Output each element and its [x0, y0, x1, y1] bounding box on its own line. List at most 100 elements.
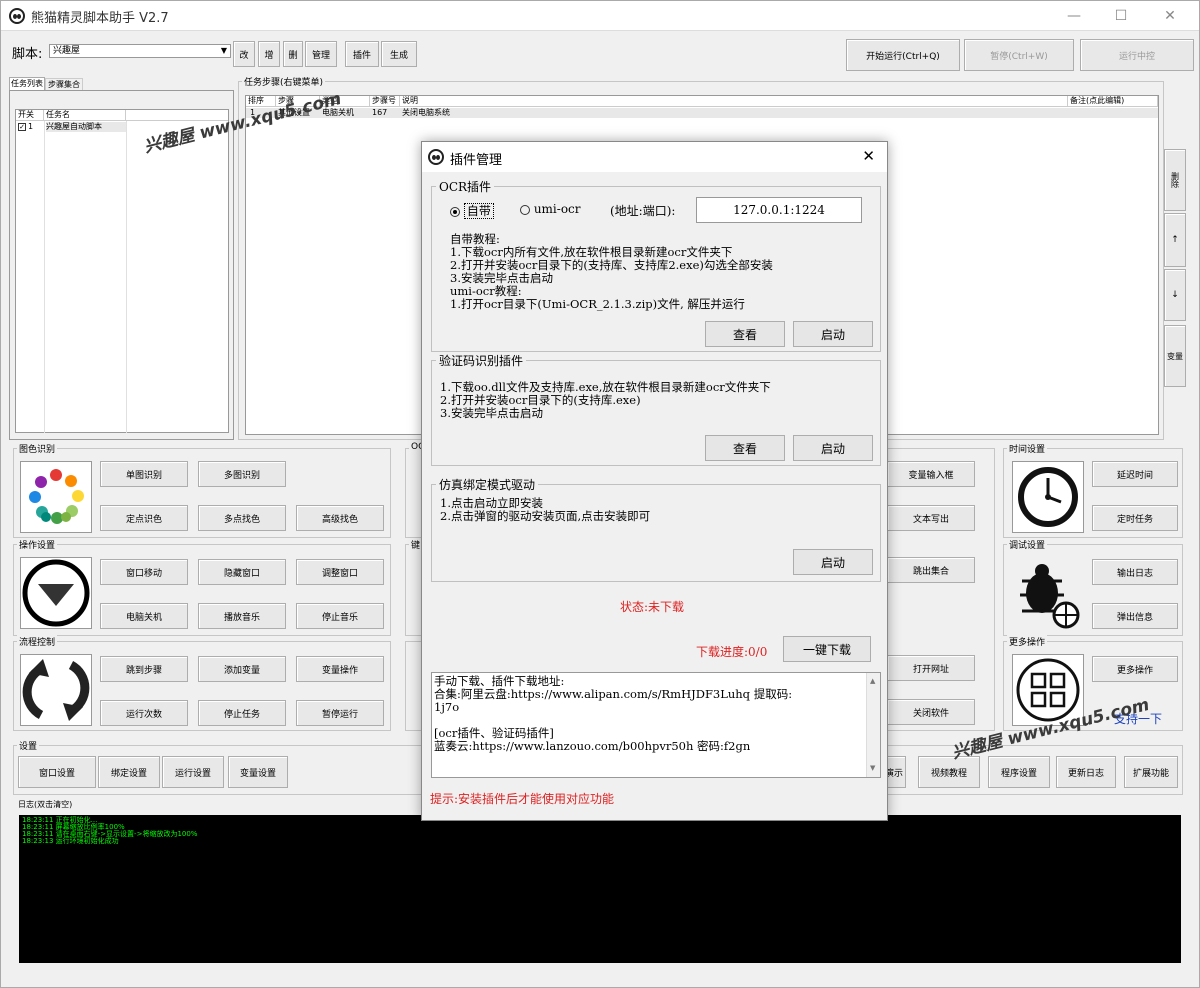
captcha-text: 1.下载oo.dll文件及支持库.exe,放在软件根目录新建ocr文件夹下 2.…	[440, 381, 771, 420]
edit-script-button[interactable]: 改	[233, 41, 255, 67]
extensions-button[interactable]: 扩展功能	[1124, 756, 1178, 788]
program-settings-button[interactable]: 程序设置	[988, 756, 1050, 788]
image-group-label: 图色识别	[17, 442, 58, 455]
col-note: 备注(点此编辑)	[1068, 96, 1158, 107]
step-no: 167	[372, 108, 388, 117]
umi-ocr-radio[interactable]: umi-ocr	[520, 202, 581, 216]
close-window-button[interactable]: ✕	[1147, 1, 1193, 31]
log-console[interactable]: 18:23:11 正在初始化... 18:23:11 屏幕缩放比例率100% 1…	[19, 815, 1181, 963]
clock-icon	[1012, 461, 1084, 533]
bug-icon	[1012, 557, 1084, 629]
single-image-button[interactable]: 单图识别	[100, 461, 188, 487]
start-run-button[interactable]: 开始运行(Ctrl+Q)	[846, 39, 960, 71]
move-up-button[interactable]: ↑	[1164, 213, 1186, 267]
stop-music-button[interactable]: 停止音乐	[296, 603, 384, 629]
timed-task-button[interactable]: 定时任务	[1092, 505, 1178, 531]
task-index: 1	[28, 122, 34, 131]
run-settings-button[interactable]: 运行设置	[162, 756, 224, 788]
text-write-button[interactable]: 文本写出	[887, 505, 975, 531]
task-name: 兴趣屋自动脚本	[46, 122, 126, 132]
resize-window-button[interactable]: 调整窗口	[296, 559, 384, 585]
generate-button[interactable]: 生成	[381, 41, 417, 67]
window-settings-button[interactable]: 窗口设置	[18, 756, 96, 788]
col-switch: 开关	[16, 110, 44, 121]
download-info-textarea[interactable]: 手动下载、插件下载地址: 合集:阿里云盘:https://www.alipan.…	[431, 672, 881, 778]
plugin-manager-dialog: 插件管理 ✕ OCR插件 自带 umi-ocr (地址:端口): 127.0.0…	[421, 141, 888, 821]
col-desc: 说明	[400, 96, 1068, 107]
debug-group-label: 调试设置	[1007, 538, 1048, 551]
scrollbar[interactable]: ▲ ▼	[866, 673, 880, 777]
video-tutorial-button[interactable]: 视频教程	[918, 756, 980, 788]
tab-step-collection[interactable]: 步骤集合	[45, 78, 83, 90]
variable-operation-button[interactable]: 变量操作	[296, 656, 384, 682]
close-app-button[interactable]: 关闭软件	[887, 699, 975, 725]
more-group-label: 更多操作	[1007, 635, 1048, 648]
run-control-button[interactable]: 运行中控	[1080, 39, 1194, 71]
captcha-plugin-group: 验证码识别插件 1.下载oo.dll文件及支持库.exe,放在软件根目录新建oc…	[431, 352, 881, 466]
pause-run-button[interactable]: 暂停运行	[296, 700, 384, 726]
jump-step-button[interactable]: 跳到步骤	[100, 656, 188, 682]
chevron-down-icon[interactable]: ▼	[221, 45, 227, 57]
log-line: 18:23:13 运行环境初始化成功	[22, 837, 119, 845]
play-music-button[interactable]: 播放音乐	[198, 603, 286, 629]
move-window-button[interactable]: 窗口移动	[100, 559, 188, 585]
scroll-up-icon[interactable]: ▲	[870, 675, 875, 688]
log-label: 日志(双击清空)	[18, 800, 73, 809]
delete-script-button[interactable]: 删	[283, 41, 303, 67]
open-url-button[interactable]: 打开网址	[887, 655, 975, 681]
close-icon[interactable]: ✕	[862, 147, 875, 165]
update-log-button[interactable]: 更新日志	[1056, 756, 1116, 788]
tab-task-list[interactable]: 任务列表	[9, 77, 45, 90]
operate-group: 操作设置 窗口移动 隐藏窗口 调整窗口 电脑关机 播放音乐 停止音乐	[13, 538, 391, 636]
script-select-value: 兴趣屋	[53, 46, 81, 56]
scroll-down-icon[interactable]: ▼	[870, 762, 875, 775]
script-select[interactable]: 兴趣屋 ▼	[49, 44, 231, 58]
multi-point-color-button[interactable]: 多点找色	[198, 505, 286, 531]
maximize-button[interactable]: ☐	[1098, 1, 1144, 31]
stop-task-button[interactable]: 停止任务	[198, 700, 286, 726]
table-row[interactable]: 1 其他设置 电脑关机 167 关闭电脑系统	[246, 108, 1158, 118]
shutdown-button[interactable]: 电脑关机	[100, 603, 188, 629]
step-desc: 关闭电脑系统	[402, 108, 450, 117]
add-script-button[interactable]: 增	[258, 41, 280, 67]
more-operations-button[interactable]: 更多操作	[1092, 656, 1178, 682]
log-line: 18:23:11 请在桌面右键->显示设置->将缩放改为100%	[22, 830, 198, 838]
output-log-button[interactable]: 输出日志	[1092, 559, 1178, 585]
dialog-title: 插件管理	[450, 153, 503, 168]
point-color-button[interactable]: 定点识色	[100, 505, 188, 531]
captcha-view-button[interactable]: 查看	[705, 435, 785, 461]
manage-button[interactable]: 管理	[305, 41, 337, 67]
exit-collection-button[interactable]: 跳出集合	[887, 557, 975, 583]
hide-window-button[interactable]: 隐藏窗口	[198, 559, 286, 585]
popup-info-button[interactable]: 弹出信息	[1092, 603, 1178, 629]
steps-header: 排序 步骤 类型 步骤号 说明 备注(点此编辑)	[246, 96, 1158, 107]
builtin-radio[interactable]: 自带	[450, 202, 494, 219]
bind-settings-button[interactable]: 绑定设置	[98, 756, 160, 788]
driver-start-button[interactable]: 启动	[793, 549, 873, 575]
ocr-start-button[interactable]: 启动	[793, 321, 873, 347]
address-input[interactable]: 127.0.0.1:1224	[696, 197, 862, 223]
run-count-button[interactable]: 运行次数	[100, 700, 188, 726]
task-list-table[interactable]: 开关 任务名 ✓ 1 兴趣屋自动脚本	[15, 109, 229, 433]
minimize-button[interactable]: —	[1051, 1, 1097, 31]
add-variable-button[interactable]: 添加变量	[198, 656, 286, 682]
captcha-start-button[interactable]: 启动	[793, 435, 873, 461]
variable-settings-button[interactable]: 变量设置	[228, 756, 288, 788]
driver-label: 仿真绑定模式驱动	[436, 476, 539, 493]
pause-button[interactable]: 暂停(Ctrl+W)	[964, 39, 1074, 71]
dropdown-arrow-icon	[20, 557, 92, 629]
driver-line: 2.点击弹窗的驱动安装页面,点击安装即可	[440, 509, 651, 523]
delay-button[interactable]: 延迟时间	[1092, 461, 1178, 487]
ocr-view-button[interactable]: 查看	[705, 321, 785, 347]
move-down-button[interactable]: ↓	[1164, 269, 1186, 321]
variable-input-button[interactable]: 变量输入框	[887, 461, 975, 487]
plugin-button[interactable]: 插件	[345, 41, 379, 67]
multi-image-button[interactable]: 多图识别	[198, 461, 286, 487]
captcha-line: 3.安装完毕点击启动	[440, 406, 543, 420]
address-label: (地址:端口):	[610, 204, 676, 218]
delete-step-button[interactable]: 删除	[1164, 149, 1186, 211]
task-checkbox[interactable]: ✓	[18, 123, 26, 131]
advanced-color-button[interactable]: 高级找色	[296, 505, 384, 531]
download-all-button[interactable]: 一键下载	[783, 636, 871, 662]
variable-button[interactable]: 变量	[1164, 325, 1186, 387]
